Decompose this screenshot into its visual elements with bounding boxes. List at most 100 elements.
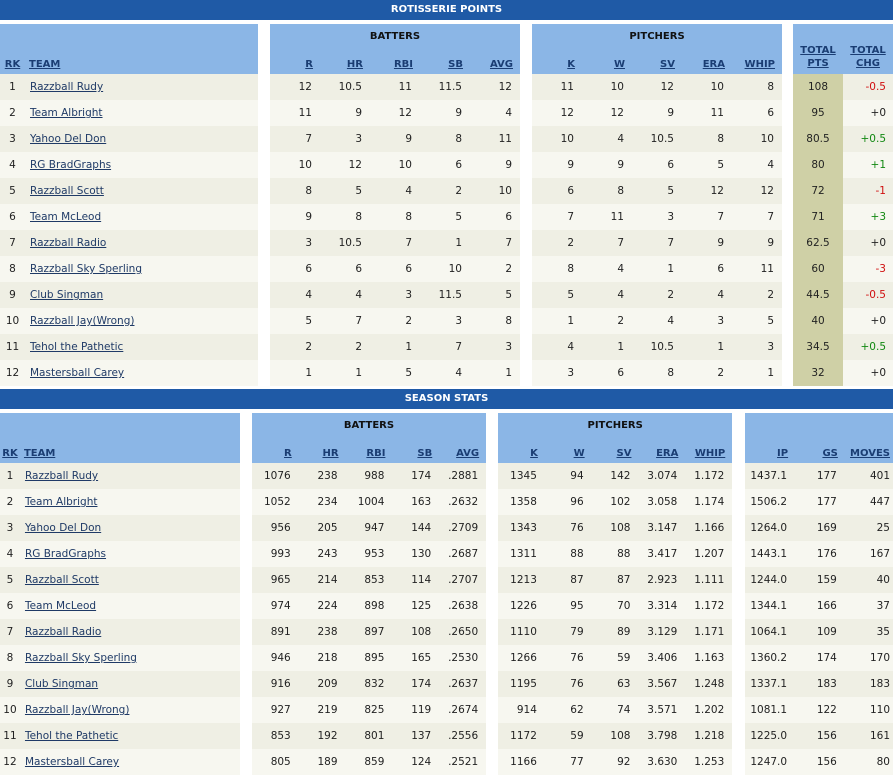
stat-cell-k: 1 (532, 308, 582, 334)
team-link[interactable]: Yahoo Del Don (30, 133, 106, 145)
team-link[interactable]: Razzball Sky Sperling (25, 652, 137, 664)
stat-cell-w: 12 (582, 100, 632, 126)
stat-cell-hr: 224 (298, 593, 346, 619)
col-header-r[interactable]: R (270, 49, 320, 74)
col-header-rbi[interactable]: RBI (345, 438, 393, 463)
team-link[interactable]: Razzball Rudy (30, 81, 103, 93)
team-cell: RG BradGraphs (25, 152, 258, 178)
stat-cell-era: 8 (682, 126, 732, 152)
team-link[interactable]: Club Singman (25, 678, 98, 690)
team-link[interactable]: Team Albright (30, 107, 103, 119)
team-cell: Razzball Jay(Wrong) (19, 697, 240, 723)
team-link[interactable]: Razzball Sky Sperling (30, 263, 142, 275)
stat-cell-era: 3.630 (638, 749, 686, 775)
col-header-sv[interactable]: SV (632, 49, 682, 74)
stat-cell-k: 1226 (498, 593, 545, 619)
stat-cell-avg: 6 (470, 204, 520, 230)
team-link[interactable]: Razzball Jay(Wrong) (30, 315, 134, 327)
table-row: 10 Razzball Jay(Wrong) 5 7 2 3 8 1 2 4 3 5 40 +0 (0, 308, 893, 334)
col-header-ip[interactable]: IP (745, 413, 796, 463)
col-header-rbi[interactable]: RBI (370, 49, 420, 74)
team-cell: Razzball Sky Sperling (25, 256, 258, 282)
col-header-sb[interactable]: SB (392, 438, 440, 463)
spacer (732, 671, 746, 697)
col-header-whip[interactable]: WHIP (685, 438, 733, 463)
stat-cell-k: 11 (532, 74, 582, 100)
stat-cell-moves: 25 (844, 515, 893, 541)
col-header-team[interactable]: TEAM (19, 413, 240, 463)
total-pts-cell: 44.5 (793, 282, 843, 308)
spacer (239, 671, 252, 697)
rank-cell: 4 (0, 152, 25, 178)
col-header-k[interactable]: K (532, 49, 582, 74)
team-link[interactable]: Razzball Rudy (25, 470, 98, 482)
stat-cell-hr: 238 (298, 619, 346, 645)
col-header-era[interactable]: ERA (638, 438, 686, 463)
stat-cell-whip: 11 (732, 256, 782, 282)
col-header-rk[interactable]: RK (0, 24, 25, 74)
stat-cell-sb: 1 (420, 230, 470, 256)
team-link[interactable]: Mastersball Carey (30, 367, 124, 379)
team-link[interactable]: Yahoo Del Don (25, 522, 101, 534)
stat-cell-sv: 89 (591, 619, 639, 645)
col-header-total-pts[interactable]: TOTAL PTS (793, 24, 843, 74)
col-header-avg[interactable]: AVG (439, 438, 487, 463)
total-chg-cell: +0 (843, 360, 893, 386)
col-header-sb[interactable]: SB (420, 49, 470, 74)
stat-cell-moves: 40 (844, 567, 893, 593)
col-header-moves[interactable]: MOVES (844, 413, 893, 463)
stat-cell-sv: 12 (632, 74, 682, 100)
team-link[interactable]: Team McLeod (25, 600, 96, 612)
col-header-rk[interactable]: RK (0, 413, 20, 463)
total-pts-cell: 34.5 (793, 334, 843, 360)
table-row: 9 Club Singman 916 209 832 174.2637 1195 76 63 3.… (0, 671, 893, 697)
stat-cell-avg: 9 (470, 152, 520, 178)
rank-cell: 2 (0, 489, 20, 515)
team-link[interactable]: RG BradGraphs (25, 548, 106, 560)
team-link[interactable]: Razzball Jay(Wrong) (25, 704, 129, 716)
col-header-w[interactable]: W (582, 49, 632, 74)
team-link[interactable]: Tehol the Pathetic (25, 730, 118, 742)
stat-cell-w: 1 (582, 334, 632, 360)
stat-cell-avg: .2709 (439, 515, 487, 541)
rank-cell: 9 (0, 282, 25, 308)
stat-cell-moves: 447 (844, 489, 893, 515)
team-cell: Tehol the Pathetic (25, 334, 258, 360)
team-link[interactable]: Razzball Scott (30, 185, 104, 197)
total-chg-cell: -3 (843, 256, 893, 282)
team-link[interactable]: Team McLeod (30, 211, 101, 223)
stat-cell-w: 76 (544, 645, 592, 671)
team-link[interactable]: Team Albright (25, 496, 98, 508)
stat-cell-moves: 401 (844, 463, 893, 489)
spacer (520, 24, 532, 74)
col-header-k[interactable]: K (498, 438, 545, 463)
col-header-avg[interactable]: AVG (470, 49, 520, 74)
col-header-total-chg[interactable]: TOTAL CHG (843, 24, 893, 74)
spacer (782, 152, 793, 178)
stat-cell-w: 88 (544, 541, 592, 567)
stat-cell-avg: 11 (470, 126, 520, 152)
spacer (520, 256, 532, 282)
team-link[interactable]: Tehol the Pathetic (30, 341, 123, 353)
team-link[interactable]: Razzball Scott (25, 574, 99, 586)
col-header-era[interactable]: ERA (682, 49, 732, 74)
col-header-gs[interactable]: GS (795, 413, 845, 463)
team-link[interactable]: Club Singman (30, 289, 103, 301)
col-header-hr[interactable]: HR (298, 438, 346, 463)
col-header-whip[interactable]: WHIP (732, 49, 782, 74)
stat-cell-rbi: 3 (370, 282, 420, 308)
col-header-w[interactable]: W (544, 438, 592, 463)
col-header-hr[interactable]: HR (320, 49, 370, 74)
team-link[interactable]: RG BradGraphs (30, 159, 111, 171)
col-header-sv[interactable]: SV (591, 438, 639, 463)
spacer (486, 723, 499, 749)
col-header-r[interactable]: R (251, 438, 299, 463)
col-header-team[interactable]: TEAM (25, 24, 258, 74)
stat-cell-w: 4 (582, 126, 632, 152)
spacer (782, 74, 793, 100)
stat-cell-ip: 1081.1 (745, 697, 796, 723)
team-link[interactable]: Razzball Radio (25, 626, 101, 638)
team-link[interactable]: Mastersball Carey (25, 756, 119, 768)
stat-cell-rbi: 4 (370, 178, 420, 204)
team-link[interactable]: Razzball Radio (30, 237, 106, 249)
